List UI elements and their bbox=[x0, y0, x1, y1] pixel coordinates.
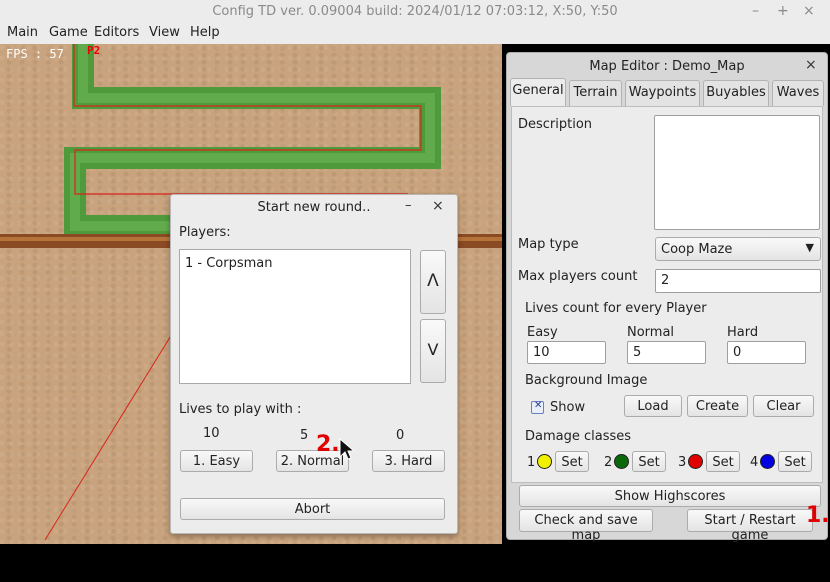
show-checkbox[interactable]: ✕ bbox=[531, 400, 544, 414]
max-players-field[interactable]: 2 bbox=[655, 269, 821, 293]
players-label: Players: bbox=[179, 225, 231, 240]
start-restart-button[interactable]: Start / Restart game bbox=[687, 509, 813, 543]
damage-color-swatch bbox=[688, 454, 703, 469]
editor-close-icon[interactable]: × bbox=[805, 57, 817, 73]
menu-main[interactable]: Main bbox=[7, 25, 38, 40]
damage-set-button[interactable]: Set bbox=[555, 451, 589, 472]
move-up-button[interactable]: Λ bbox=[420, 250, 446, 314]
map-editor-window: Map Editor : Demo_Map × General Terrain … bbox=[506, 52, 828, 543]
tab-terrain[interactable]: Terrain bbox=[569, 80, 622, 106]
damage-set-button[interactable]: Set bbox=[778, 451, 812, 472]
tab-waypoints[interactable]: Waypoints bbox=[625, 80, 700, 106]
menu-bar: Main Game Editors View Help bbox=[0, 24, 830, 44]
damage-class-number: 3 bbox=[678, 455, 687, 470]
menu-editors[interactable]: Editors bbox=[94, 25, 139, 40]
easy-lives-field[interactable]: 10 bbox=[527, 341, 606, 364]
window-title: Config TD ver. 0.09004 build: 2024/01/12… bbox=[212, 4, 618, 19]
easy-lives-value: 10 bbox=[203, 426, 220, 441]
damage-classes-label: Damage classes bbox=[525, 429, 632, 444]
background-image-label: Background Image bbox=[525, 373, 648, 388]
annotation-two: 2. bbox=[316, 432, 340, 457]
annotation-one: 1. bbox=[806, 503, 830, 528]
general-panel: Description Map type Coop Maze ▼ Max pla… bbox=[511, 106, 823, 483]
maximize-icon[interactable]: + bbox=[777, 3, 789, 19]
mouse-cursor-icon bbox=[339, 438, 355, 460]
dialog-minimize-icon[interactable]: – bbox=[405, 198, 412, 213]
tab-general[interactable]: General bbox=[510, 78, 566, 106]
chevron-down-icon: ▼ bbox=[805, 241, 814, 254]
load-button[interactable]: Load bbox=[624, 395, 682, 417]
damage-class-number: 1 bbox=[527, 455, 536, 470]
clear-button[interactable]: Clear bbox=[753, 395, 814, 417]
damage-color-swatch bbox=[614, 454, 629, 469]
minimize-icon[interactable]: – bbox=[752, 3, 759, 19]
hard-lives-field[interactable]: 0 bbox=[727, 341, 806, 364]
create-button[interactable]: Create bbox=[687, 395, 748, 417]
tab-buyables[interactable]: Buyables bbox=[703, 80, 769, 106]
map-type-value: Coop Maze bbox=[661, 242, 733, 257]
description-textarea[interactable] bbox=[654, 115, 820, 230]
move-down-button[interactable]: V bbox=[420, 319, 446, 383]
damage-class-number: 2 bbox=[604, 455, 613, 470]
normal-lives-value: 5 bbox=[300, 428, 309, 443]
easy-label: Easy bbox=[527, 325, 558, 340]
list-item[interactable]: 1 - Corpsman bbox=[185, 256, 273, 271]
check-and-save-button[interactable]: Check and save map bbox=[519, 509, 653, 543]
damage-class-number: 4 bbox=[750, 455, 759, 470]
close-icon[interactable]: × bbox=[803, 3, 815, 19]
hard-button[interactable]: 3. Hard bbox=[372, 450, 445, 472]
window-titlebar: Config TD ver. 0.09004 build: 2024/01/12… bbox=[0, 0, 830, 24]
max-players-label: Max players count bbox=[518, 269, 638, 284]
players-list[interactable]: 1 - Corpsman bbox=[179, 249, 411, 384]
start-round-dialog: Start new round.. – × Players: 1 - Corps… bbox=[170, 194, 458, 534]
normal-lives-field[interactable]: 5 bbox=[627, 341, 706, 364]
lives-label: Lives to play with : bbox=[179, 402, 302, 417]
damage-set-button[interactable]: Set bbox=[632, 451, 666, 472]
dialog-title: Start new round.. bbox=[257, 200, 371, 215]
abort-button[interactable]: Abort bbox=[180, 498, 445, 520]
player-marker: P2 bbox=[87, 44, 101, 57]
editor-title: Map Editor : Demo_Map bbox=[589, 59, 745, 74]
damage-color-swatch bbox=[537, 454, 552, 469]
damage-color-swatch bbox=[760, 454, 775, 469]
show-label: Show bbox=[550, 400, 586, 415]
check-icon: ✕ bbox=[534, 400, 543, 411]
lives-section-label: Lives count for every Player bbox=[525, 301, 707, 316]
fps-counter: FPS : 57 bbox=[6, 47, 64, 61]
description-label: Description bbox=[518, 117, 593, 132]
normal-label: Normal bbox=[627, 325, 675, 340]
map-type-label: Map type bbox=[518, 237, 579, 252]
menu-game[interactable]: Game bbox=[49, 25, 88, 40]
tab-waves[interactable]: Waves bbox=[772, 80, 824, 106]
dialog-close-icon[interactable]: × bbox=[432, 198, 444, 214]
map-type-select[interactable]: Coop Maze ▼ bbox=[655, 237, 821, 261]
hard-lives-value: 0 bbox=[396, 428, 405, 443]
show-highscores-button[interactable]: Show Highscores bbox=[519, 485, 821, 507]
damage-set-button[interactable]: Set bbox=[706, 451, 740, 472]
hard-label: Hard bbox=[727, 325, 759, 340]
menu-view[interactable]: View bbox=[149, 25, 180, 40]
easy-button[interactable]: 1. Easy bbox=[180, 450, 253, 472]
menu-help[interactable]: Help bbox=[190, 25, 220, 40]
